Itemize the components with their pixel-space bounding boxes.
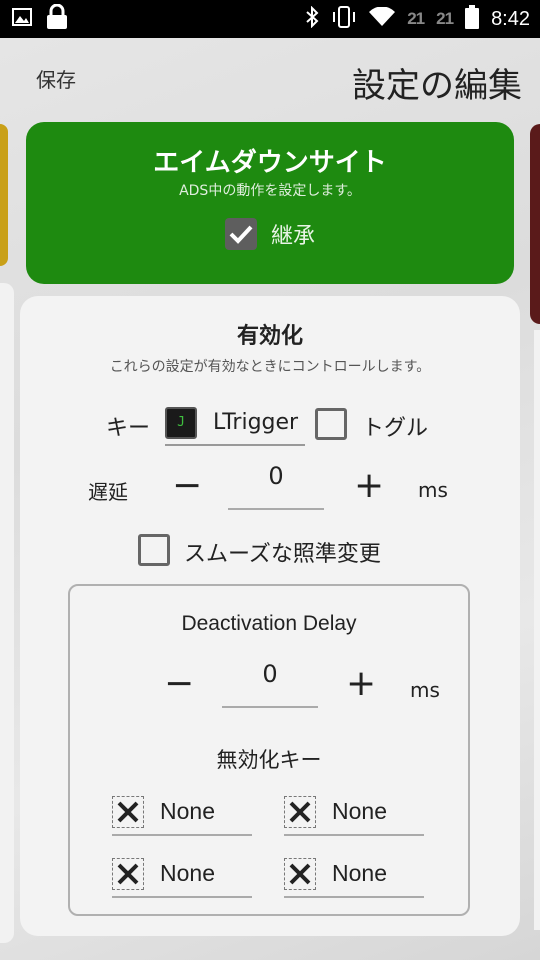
next-card-body-peek (534, 330, 540, 930)
disable-key-3[interactable]: None (112, 854, 252, 898)
key-selector[interactable]: J LTrigger (165, 400, 305, 446)
disable-keys-title: 無効化キー (216, 748, 322, 772)
delay-input[interactable]: 0 (228, 462, 324, 510)
save-button[interactable]: 保存 (36, 64, 76, 93)
ads-subtitle: ADS中の動作を設定します。 (179, 183, 361, 199)
check-icon (229, 225, 253, 244)
smooth-row: スムーズな照準変更 (20, 532, 520, 572)
inherit-row[interactable]: 継承 (26, 218, 514, 250)
status-bar: 21 21 8:42 (0, 0, 540, 38)
page-title: 設定の編集 (352, 66, 522, 106)
delay-row: 遅延 − 0 + ms (20, 462, 520, 514)
inherit-checkbox[interactable] (224, 218, 257, 250)
deactivation-delay-row: − 0 + ms (70, 660, 468, 712)
clear-icon[interactable] (284, 796, 316, 828)
toggle-label: トグル (362, 416, 429, 441)
previous-card-peek[interactable] (0, 124, 8, 266)
joystick-key-icon: J (165, 407, 197, 439)
key-value: LTrigger (213, 410, 299, 435)
clock: 8:42 (491, 7, 530, 30)
toggle-checkbox[interactable] (315, 408, 347, 440)
previous-card-body-peek (0, 283, 14, 943)
deactivation-box: Deactivation Delay − 0 + ms 無効化キー None N… (68, 584, 470, 916)
activation-card: 有効化 これらの設定が有効なときにコントロールします。 キー J LTrigge… (20, 296, 520, 936)
deactivation-delay-unit: ms (410, 678, 440, 702)
ads-card: エイムダウンサイト ADS中の動作を設定します。 継承 (26, 122, 514, 284)
clear-icon[interactable] (112, 796, 144, 828)
deactivation-plus-button[interactable]: + (346, 666, 376, 702)
deactivation-delay-input[interactable]: 0 (222, 660, 318, 708)
image-icon (12, 8, 32, 30)
smooth-aim-checkbox[interactable] (138, 534, 170, 566)
key-row: キー J LTrigger トグル (20, 400, 520, 448)
disable-key-value: None (332, 798, 387, 824)
bluetooth-icon (305, 5, 319, 32)
delay-minus-button[interactable]: − (172, 468, 202, 504)
activation-title: 有効化 (236, 324, 303, 349)
key-label: キー (106, 416, 151, 441)
ads-title: エイムダウンサイト (153, 148, 387, 178)
clear-icon[interactable] (284, 858, 316, 890)
disable-key-2[interactable]: None (284, 792, 424, 836)
deactivation-minus-button[interactable]: − (164, 666, 194, 702)
next-card-peek[interactable] (530, 124, 540, 324)
disable-key-value: None (332, 860, 387, 886)
smooth-aim-label: スムーズな照準変更 (184, 542, 381, 567)
clear-icon[interactable] (112, 858, 144, 890)
delay-label: 遅延 (88, 480, 128, 504)
header: 保存 設定の編集 (0, 38, 540, 122)
disable-key-value: None (160, 860, 215, 886)
disable-key-1[interactable]: None (112, 792, 252, 836)
vibrate-icon (331, 6, 357, 32)
disable-key-value: None (160, 798, 215, 824)
delay-unit: ms (418, 478, 448, 502)
wifi-icon (369, 6, 396, 31)
sim1-signal: 21 (407, 9, 425, 28)
inherit-label: 継承 (270, 224, 315, 249)
activation-subtitle: これらの設定が有効なときにコントロールします。 (109, 359, 431, 375)
deactivation-title: Deactivation Delay (181, 612, 357, 635)
sim2-signal: 21 (436, 9, 454, 28)
lock-icon (46, 3, 68, 34)
battery-icon (465, 5, 480, 33)
delay-plus-button[interactable]: + (354, 468, 384, 504)
disable-key-4[interactable]: None (284, 854, 424, 898)
